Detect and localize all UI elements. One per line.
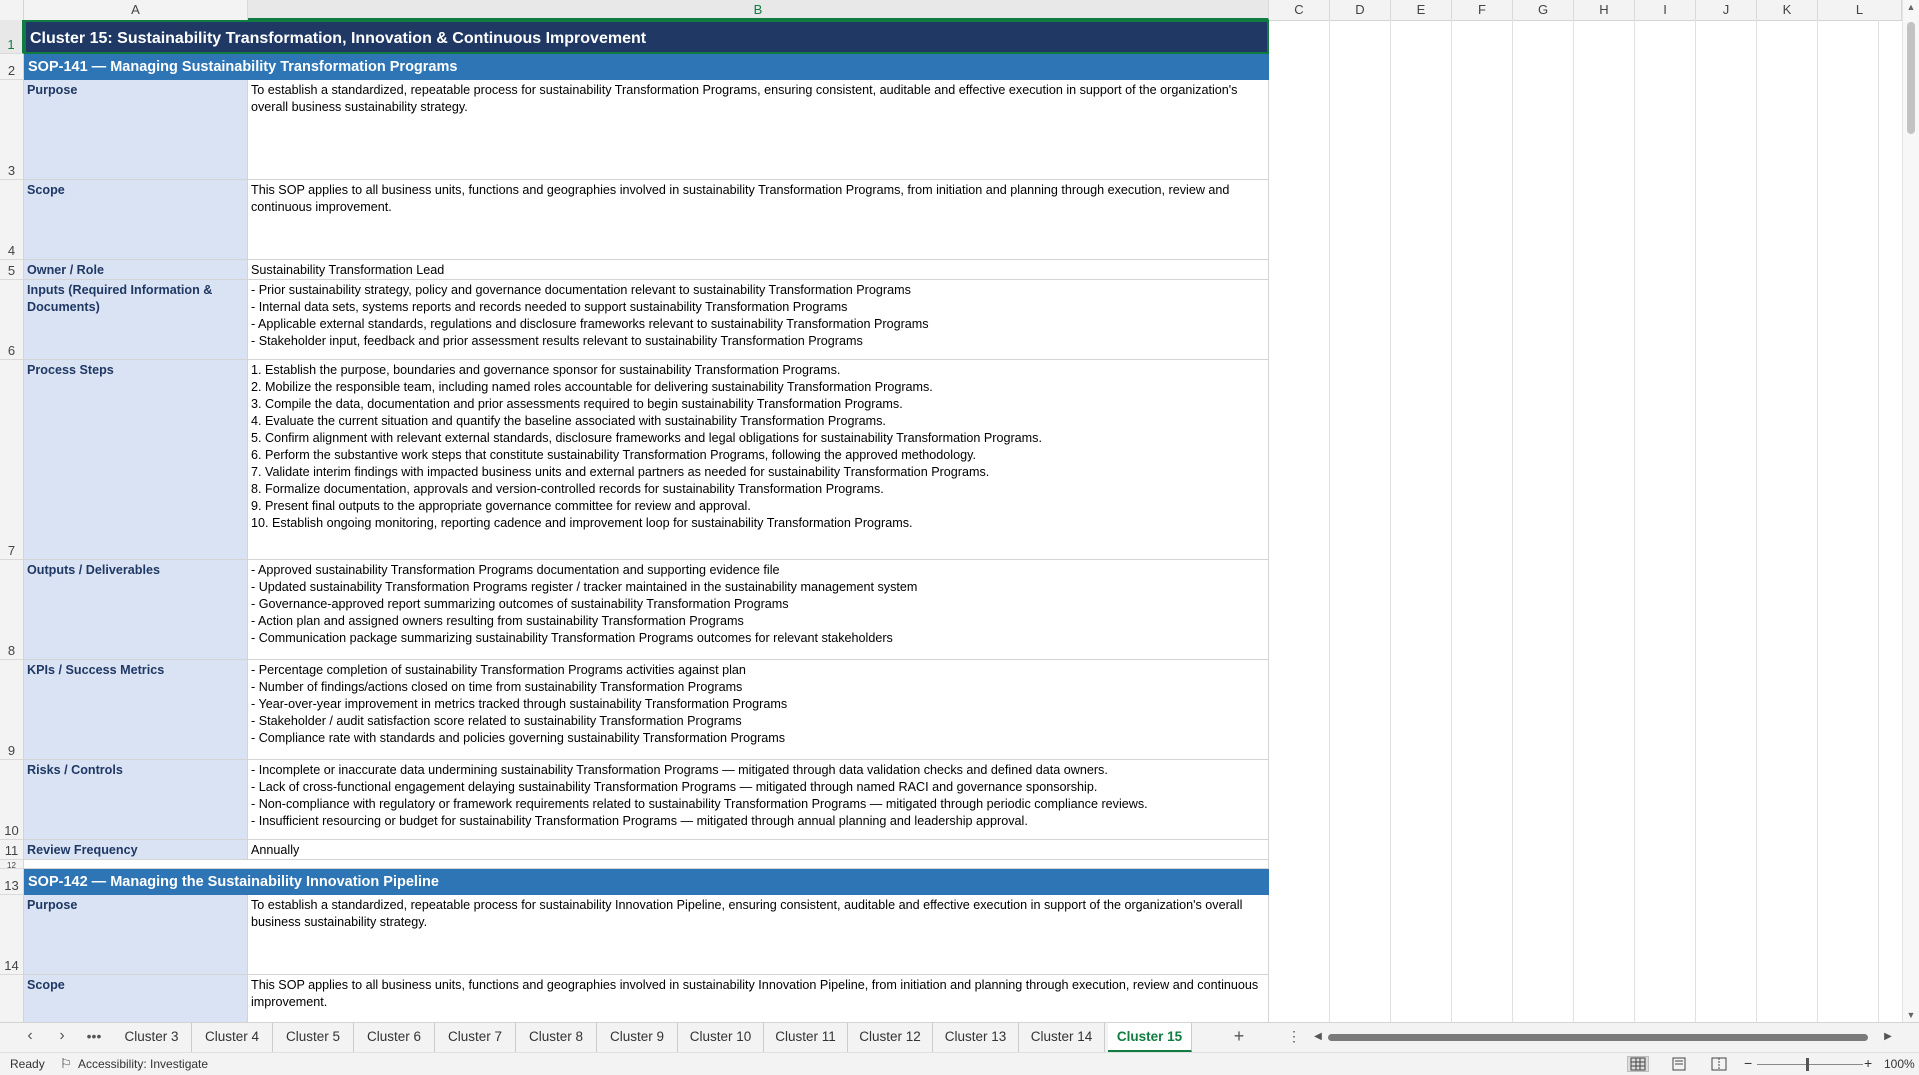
- sop142-purpose-label[interactable]: Purpose: [24, 895, 248, 975]
- row-header-6[interactable]: 6: [0, 280, 24, 360]
- row-header-15[interactable]: [0, 975, 24, 1022]
- sheet-tab-cluster-11[interactable]: Cluster 11: [764, 1023, 848, 1052]
- column-header-b[interactable]: B: [248, 0, 1269, 20]
- sop141-outputs-value[interactable]: - Approved sustainability Transformation…: [248, 560, 1269, 660]
- select-all-corner[interactable]: [0, 0, 24, 20]
- sop141-process-label[interactable]: Process Steps: [24, 360, 248, 560]
- sheet-tab-cluster-7[interactable]: Cluster 7: [435, 1023, 516, 1052]
- column-header-e[interactable]: E: [1391, 0, 1452, 20]
- column-header-h[interactable]: H: [1574, 0, 1635, 20]
- sheet-tab-cluster-9[interactable]: Cluster 9: [597, 1023, 678, 1052]
- row-header-4[interactable]: 4: [0, 180, 24, 260]
- tab-options-icon[interactable]: ⋮: [1282, 1028, 1306, 1045]
- horizontal-scroll-thumb[interactable]: [1328, 1034, 1868, 1041]
- sheet-tab-cluster-15[interactable]: Cluster 15: [1108, 1023, 1192, 1052]
- sop141-inputs-label[interactable]: Inputs (Required Information & Documents…: [24, 280, 248, 360]
- accessibility-icon[interactable]: ⚐: [60, 1056, 72, 1072]
- normal-view-button[interactable]: [1627, 1056, 1649, 1072]
- row-header-9[interactable]: 9: [0, 660, 24, 760]
- chevron-right-icon[interactable]: ›: [50, 1027, 74, 1045]
- column-header-g[interactable]: G: [1513, 0, 1574, 20]
- sop141-risks-value[interactable]: - Incomplete or inaccurate data undermin…: [248, 760, 1269, 840]
- sop141-process-value[interactable]: 1. Establish the purpose, boundaries and…: [248, 360, 1269, 560]
- vertical-scrollbar[interactable]: ▲ ▼: [1902, 0, 1919, 1022]
- sop141-inputs-value[interactable]: - Prior sustainability strategy, policy …: [248, 280, 1269, 360]
- sop142-purpose-value[interactable]: To establish a standardized, repeatable …: [248, 895, 1269, 975]
- column-header-bar: A B C D E F G H I J K L: [0, 0, 1919, 21]
- column-header-d[interactable]: D: [1330, 0, 1391, 20]
- sheet-tab-cluster-6[interactable]: Cluster 6: [354, 1023, 435, 1052]
- page-break-view-button[interactable]: [1708, 1056, 1730, 1072]
- spreadsheet-grid[interactable]: A B C D E F G H I J K L 1 2 3 4 5 6 7 8 …: [0, 0, 1919, 1022]
- sheet-tab-cluster-13[interactable]: Cluster 13: [933, 1023, 1019, 1052]
- row-header-7[interactable]: 7: [0, 360, 24, 560]
- chevron-left-icon[interactable]: ‹: [18, 1027, 42, 1045]
- row-header-1[interactable]: 1: [0, 20, 24, 54]
- status-bar: Ready ⚐ Accessibility: Investigate − + 1…: [0, 1052, 1919, 1075]
- zoom-slider[interactable]: [1757, 1064, 1863, 1065]
- sop141-kpis-value[interactable]: - Percentage completion of sustainabilit…: [248, 660, 1269, 760]
- zoom-slider-thumb[interactable]: [1806, 1058, 1809, 1071]
- vertical-scroll-thumb[interactable]: [1907, 22, 1915, 134]
- more-sheets-icon[interactable]: •••: [82, 1028, 106, 1044]
- page-layout-view-button[interactable]: [1668, 1056, 1690, 1072]
- sop141-owner-label[interactable]: Owner / Role: [24, 260, 248, 280]
- sop141-review-value[interactable]: Annually: [248, 840, 1269, 860]
- column-header-f[interactable]: F: [1452, 0, 1513, 20]
- sop142-scope-value[interactable]: This SOP applies to all business units, …: [248, 975, 1269, 1022]
- sop141-owner-value[interactable]: Sustainability Transformation Lead: [248, 260, 1269, 280]
- scroll-right-icon[interactable]: ▶: [1876, 1031, 1900, 1042]
- sop141-risks-label[interactable]: Risks / Controls: [24, 760, 248, 840]
- sheet-tab-cluster-12[interactable]: Cluster 12: [848, 1023, 933, 1052]
- sheet-tab-bar: ‹ › ••• Cluster 3 Cluster 4 Cluster 5 Cl…: [0, 1022, 1919, 1052]
- sop141-header[interactable]: SOP-141 — Managing Sustainability Transf…: [24, 54, 1269, 80]
- sheet-tab-cluster-14[interactable]: Cluster 14: [1019, 1023, 1105, 1052]
- sheet-tab-cluster-3[interactable]: Cluster 3: [112, 1023, 192, 1052]
- sop141-purpose-label[interactable]: Purpose: [24, 80, 248, 180]
- cluster-title-cell[interactable]: Cluster 15: Sustainability Transformatio…: [24, 20, 1269, 54]
- add-sheet-icon[interactable]: +: [1227, 1026, 1251, 1047]
- sop141-scope-label[interactable]: Scope: [24, 180, 248, 260]
- zoom-in-icon[interactable]: +: [1864, 1055, 1872, 1071]
- row-header-10[interactable]: 10: [0, 760, 24, 840]
- row-header-8[interactable]: 8: [0, 560, 24, 660]
- zoom-out-icon[interactable]: −: [1744, 1055, 1752, 1071]
- scroll-down-icon[interactable]: ▼: [1903, 1010, 1919, 1020]
- column-header-k[interactable]: K: [1757, 0, 1818, 20]
- spacer-row[interactable]: [24, 860, 1269, 869]
- sop141-kpis-label[interactable]: KPIs / Success Metrics: [24, 660, 248, 760]
- sop141-review-label[interactable]: Review Frequency: [24, 840, 248, 860]
- row-header-13[interactable]: 13: [0, 869, 24, 895]
- zoom-level[interactable]: 100%: [1884, 1057, 1915, 1071]
- sheet-tab-cluster-4[interactable]: Cluster 4: [192, 1023, 273, 1052]
- column-header-c[interactable]: C: [1269, 0, 1330, 20]
- row-header-11[interactable]: 11: [0, 840, 24, 860]
- row-header-3[interactable]: 3: [0, 80, 24, 180]
- row-header-14[interactable]: 14: [0, 895, 24, 975]
- scroll-up-icon[interactable]: ▲: [1903, 2, 1919, 12]
- empty-columns-area[interactable]: [1269, 20, 1919, 1022]
- column-header-i[interactable]: I: [1635, 0, 1696, 20]
- horizontal-scrollbar[interactable]: [1318, 1031, 1890, 1043]
- column-header-j[interactable]: J: [1696, 0, 1757, 20]
- column-header-a[interactable]: A: [24, 0, 248, 20]
- grid-view-icon: [1630, 1057, 1646, 1071]
- sop141-purpose-value[interactable]: To establish a standardized, repeatable …: [248, 80, 1269, 180]
- sop142-scope-label[interactable]: Scope: [24, 975, 248, 1022]
- sop141-outputs-label[interactable]: Outputs / Deliverables: [24, 560, 248, 660]
- row-header-5[interactable]: 5: [0, 260, 24, 280]
- page-layout-icon: [1672, 1057, 1686, 1071]
- page-break-icon: [1711, 1057, 1727, 1071]
- ready-status: Ready: [10, 1057, 45, 1071]
- row-header-2[interactable]: 2: [0, 54, 24, 80]
- accessibility-status[interactable]: Accessibility: Investigate: [78, 1057, 208, 1071]
- sheet-tab-cluster-8[interactable]: Cluster 8: [516, 1023, 597, 1052]
- sheet-tab-cluster-10[interactable]: Cluster 10: [678, 1023, 764, 1052]
- row-header-12[interactable]: 12: [0, 860, 24, 870]
- sop142-header[interactable]: SOP-142 — Managing the Sustainability In…: [24, 869, 1269, 895]
- column-header-l[interactable]: L: [1818, 0, 1902, 20]
- sheet-tab-cluster-5[interactable]: Cluster 5: [273, 1023, 354, 1052]
- sop141-scope-value[interactable]: This SOP applies to all business units, …: [248, 180, 1269, 260]
